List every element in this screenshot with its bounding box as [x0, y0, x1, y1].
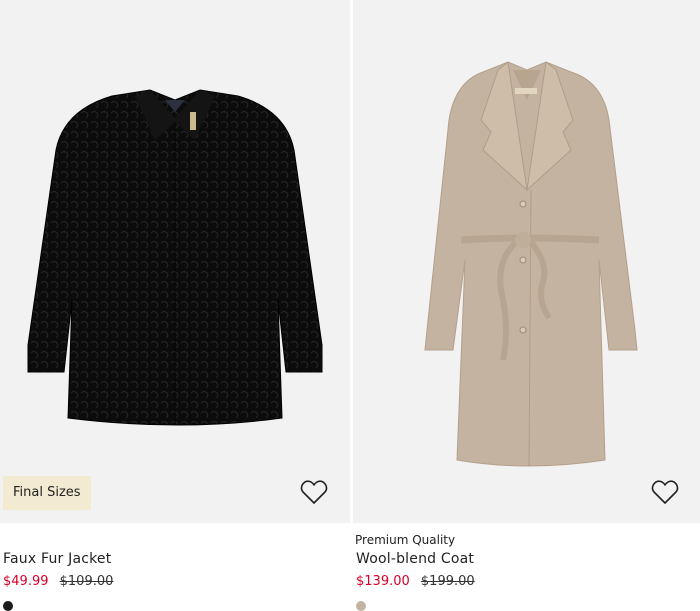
sale-price: $49.99: [3, 574, 49, 589]
price-row: $49.99 $109.00: [3, 574, 113, 589]
original-price: $109.00: [59, 574, 114, 589]
product-name[interactable]: Faux Fur Jacket: [3, 551, 111, 567]
favorite-button[interactable]: [300, 479, 334, 511]
price-row: $139.00 $199.00: [356, 574, 475, 589]
product-image[interactable]: Final Sizes: [0, 0, 350, 523]
wool-blend-coat-image: [424, 61, 638, 467]
sale-price: $139.00: [356, 574, 410, 589]
premium-quality-tag: Premium Quality: [355, 533, 456, 547]
product-name[interactable]: Wool-blend Coat: [356, 551, 474, 567]
product-image[interactable]: [353, 0, 700, 523]
heart-outline-icon: [651, 480, 679, 504]
original-price: $199.00: [420, 574, 475, 589]
color-swatch[interactable]: [356, 601, 366, 611]
favorite-button[interactable]: [651, 479, 685, 511]
final-sizes-badge: Final Sizes: [3, 476, 91, 510]
product-card[interactable]: Final Sizes Faux Fur Jacket $49.99 $109.…: [0, 0, 350, 611]
product-card[interactable]: Premium Quality Wool-blend Coat $139.00 …: [353, 0, 700, 611]
color-swatch[interactable]: [3, 601, 13, 611]
faux-fur-jacket-image: [27, 89, 323, 426]
heart-outline-icon: [300, 480, 328, 504]
